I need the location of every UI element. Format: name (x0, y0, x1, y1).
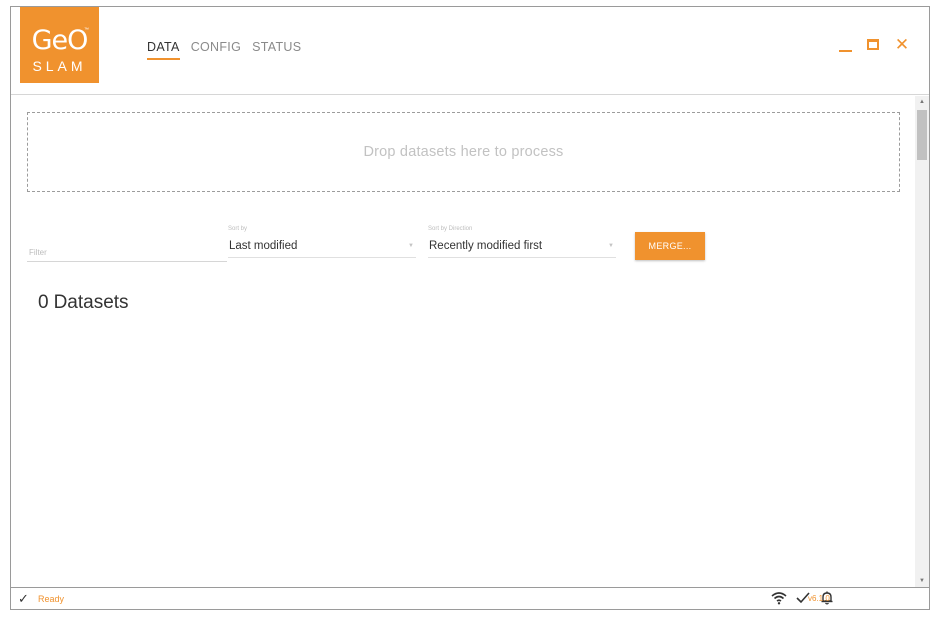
tab-status[interactable]: STATUS (252, 40, 301, 60)
dataset-count-number: 0 (38, 292, 49, 313)
main-nav: DATA CONFIG STATUS (147, 40, 301, 60)
scrollbar-thumb[interactable] (917, 110, 927, 160)
vertical-scrollbar[interactable]: ▲ ▼ (915, 96, 929, 587)
status-bar: ✓ Ready v6.1.0 (11, 587, 929, 609)
logo-slam-text: SLAM (32, 58, 87, 74)
sort-direction-select[interactable]: Sort by Direction Recently modified firs… (428, 226, 616, 258)
sort-direction-label: Sort by Direction (428, 226, 473, 232)
chevron-down-icon: ▼ (408, 243, 414, 249)
maximize-icon (867, 39, 879, 50)
sort-by-dropdown[interactable]: Last modified ▼ (228, 236, 416, 258)
version-label: v6.1.0 (808, 594, 830, 603)
chevron-down-icon: ▼ (608, 243, 614, 249)
dataset-count-label: Datasets (53, 292, 129, 313)
scroll-down-arrow[interactable]: ▼ (915, 575, 929, 587)
minimize-icon (839, 50, 852, 52)
sort-by-select[interactable]: Sort by Last modified ▼ (228, 226, 416, 258)
close-icon: ✕ (894, 35, 910, 54)
wifi-icon[interactable] (771, 590, 787, 606)
sort-by-value: Last modified (229, 240, 298, 252)
logo-trademark: ™ (84, 27, 89, 33)
merge-button[interactable]: MERGE... (635, 232, 705, 260)
app-window: GeO ™ SLAM DATA CONFIG STATUS ✕ Drop dat… (10, 6, 930, 610)
app-header: GeO ™ SLAM DATA CONFIG STATUS ✕ (11, 7, 929, 95)
dataset-count-heading: 0 Datasets (38, 292, 129, 314)
status-check-icon: ✓ (18, 591, 29, 606)
tab-config[interactable]: CONFIG (191, 40, 241, 60)
maximize-button[interactable] (865, 37, 883, 53)
main-content: Drop datasets here to process Filter Sor… (11, 96, 915, 587)
sort-direction-value: Recently modified first (429, 240, 543, 252)
window-controls: ✕ (837, 35, 911, 54)
status-text: Ready (38, 594, 65, 604)
geoslam-logo: GeO ™ SLAM (20, 7, 99, 83)
sort-by-label: Sort by (228, 226, 248, 232)
tab-data[interactable]: DATA (147, 40, 180, 60)
minimize-button[interactable] (837, 37, 855, 53)
filter-input[interactable]: Filter (27, 246, 227, 262)
filter-placeholder: Filter (29, 248, 47, 257)
scroll-up-arrow[interactable]: ▲ (915, 96, 929, 108)
sort-direction-dropdown[interactable]: Recently modified first ▼ (428, 236, 616, 258)
dataset-dropzone[interactable]: Drop datasets here to process (27, 112, 900, 192)
dropzone-text: Drop datasets here to process (363, 144, 564, 160)
close-button[interactable]: ✕ (893, 35, 911, 54)
